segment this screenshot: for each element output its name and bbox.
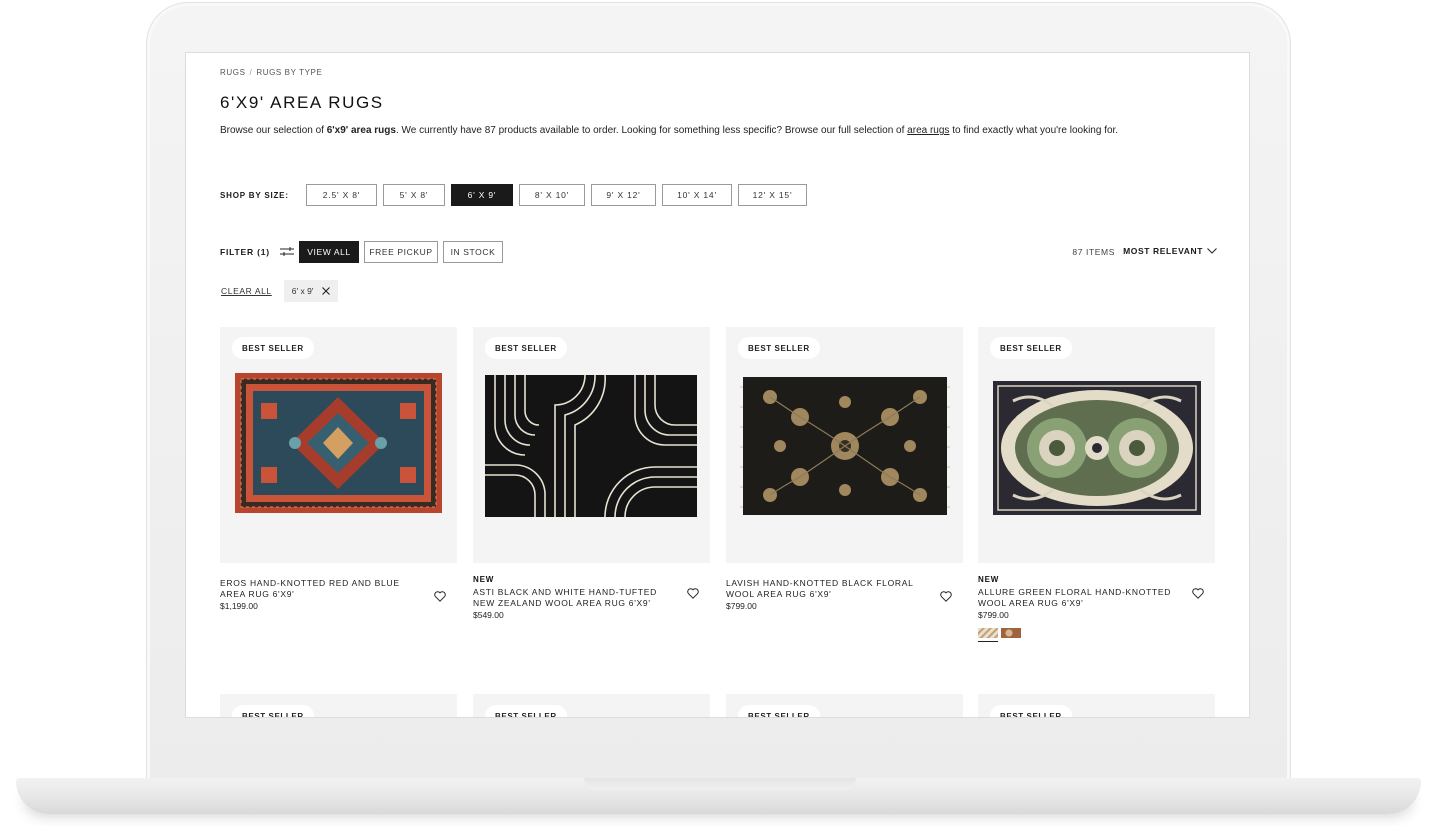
product-name[interactable]: EROS HAND-KNOTTED RED AND BLUE AREA RUG …	[220, 578, 420, 600]
size-chip-12x15[interactable]: 12' X 15'	[738, 184, 807, 206]
heart-icon[interactable]	[434, 591, 446, 602]
product-info: EROS HAND-KNOTTED RED AND BLUE AREA RUG …	[220, 578, 457, 611]
close-icon[interactable]	[322, 287, 331, 295]
product-info: NEW ASTI BLACK AND WHITE HAND-TUFTED NEW…	[473, 575, 710, 620]
product-info: LAVISH HAND-KNOTTED BLACK FLORAL WOOL AR…	[726, 578, 963, 611]
best-seller-badge: BEST SELLER	[485, 337, 567, 359]
best-seller-badge: BEST SELLER	[990, 337, 1072, 359]
size-chip-8x10[interactable]: 8' X 10'	[519, 184, 585, 206]
applied-filter-label: 6' x 9'	[291, 286, 314, 296]
size-chip-9x12[interactable]: 9' X 12'	[591, 184, 656, 206]
laptop-notch	[584, 778, 856, 790]
best-seller-badge: BEST SELLER	[232, 705, 314, 717]
size-chip-2-5x8[interactable]: 2.5' X 8'	[306, 184, 377, 206]
intro-text: Browse our selection of 6'x9' area rugs.…	[220, 125, 1220, 136]
product-info: NEW ALLURE GREEN FLORAL HAND-KNOTTED WOO…	[978, 575, 1215, 642]
black-white-arches-rug-image	[485, 375, 697, 517]
product-image-box[interactable]: BEST SELLER	[726, 327, 963, 563]
product-card-next-row[interactable]: BEST SELLER	[220, 694, 457, 717]
sliders-icon	[279, 246, 294, 257]
heart-icon[interactable]	[687, 588, 699, 599]
filter-label: FILTER (1)	[220, 246, 270, 257]
applied-filters-row: CLEAR ALL 6' x 9'	[220, 280, 339, 302]
product-card[interactable]: BEST SELLER LAVISH HAND-KNOTTED BLACK FL…	[726, 327, 963, 611]
size-chip-10x14[interactable]: 10' X 14'	[662, 184, 732, 206]
product-price: $799.00	[978, 610, 1009, 620]
product-price: $1,199.00	[220, 601, 258, 611]
size-chip-5x8[interactable]: 5' X 8'	[383, 184, 445, 206]
heart-icon[interactable]	[1192, 588, 1204, 599]
area-rugs-link[interactable]: area rugs	[907, 125, 949, 136]
intro-bold: 6'x9' area rugs	[326, 125, 396, 136]
swatch-cream-stripe[interactable]	[978, 628, 998, 642]
best-seller-badge: BEST SELLER	[232, 337, 314, 359]
product-name[interactable]: ALLURE GREEN FLORAL HAND-KNOTTED WOOL AR…	[978, 587, 1178, 609]
new-tag: NEW	[978, 575, 1000, 584]
red-blue-persian-rug-image	[235, 373, 442, 513]
breadcrumb-rugs-by-type[interactable]: RUGS BY TYPE	[256, 68, 322, 77]
best-seller-badge: BEST SELLER	[990, 705, 1072, 717]
shop-by-size-label: SHOP BY SIZE:	[220, 190, 289, 200]
black-floral-rug-image	[740, 377, 950, 515]
new-tag: NEW	[473, 575, 495, 584]
filter-free-pickup-button[interactable]: FREE PICKUP	[364, 241, 438, 263]
breadcrumb: RUGS / RUGS BY TYPE	[220, 68, 322, 77]
product-card-next-row[interactable]: BEST SELLER	[473, 694, 710, 717]
filter-toggle[interactable]: FILTER (1)	[220, 246, 294, 257]
laptop-screen: RUGS / RUGS BY TYPE 6'X9' AREA RUGS Browse…	[185, 52, 1250, 718]
filter-view-all-button[interactable]: VIEW ALL	[299, 241, 359, 263]
page-title: 6'X9' AREA RUGS	[220, 93, 384, 112]
items-count: 87 ITEMS	[1072, 247, 1115, 257]
product-price: $799.00	[726, 601, 757, 611]
product-card-next-row[interactable]: BEST SELLER	[978, 694, 1215, 717]
product-price: $549.00	[473, 610, 504, 620]
applied-filter-chip[interactable]: 6' x 9'	[283, 280, 339, 302]
intro-middle: . We currently have 87 products availabl…	[395, 125, 908, 136]
breadcrumb-separator: /	[249, 68, 253, 77]
product-card[interactable]: BEST SELLER NEW ALLURE GREEN FLORAL HAND…	[978, 327, 1215, 642]
color-swatches	[978, 628, 1215, 642]
intro-after: to find exactly what you're looking for.	[949, 125, 1119, 136]
best-seller-badge: BEST SELLER	[738, 337, 820, 359]
sort-label: MOST RELEVANT	[1123, 246, 1203, 256]
clear-all-link[interactable]: CLEAR ALL	[221, 286, 272, 296]
product-card[interactable]: BEST SELLER EROS HAND-KNOTTED RED AND BL…	[220, 327, 457, 611]
product-image-box[interactable]: BEST SELLER	[220, 327, 457, 563]
shop-by-size-row: SHOP BY SIZE: 2.5' X 8' 5' X 8' 6' X 9' …	[220, 184, 813, 206]
product-image-box[interactable]: BEST SELLER	[978, 327, 1215, 563]
breadcrumb-rugs[interactable]: RUGS	[220, 68, 246, 77]
green-floral-rug-image	[993, 381, 1201, 515]
product-image-box[interactable]: BEST SELLER	[473, 327, 710, 563]
product-name[interactable]: LAVISH HAND-KNOTTED BLACK FLORAL WOOL AR…	[726, 578, 926, 600]
swatch-rust-floral[interactable]	[1001, 628, 1021, 638]
filter-row: FILTER (1) VIEW ALL FREE PICKUP IN STOCK…	[220, 241, 1217, 263]
intro-before: Browse our selection of	[220, 125, 327, 136]
heart-icon[interactable]	[940, 591, 952, 602]
chevron-down-icon	[1207, 248, 1217, 254]
best-seller-badge: BEST SELLER	[485, 705, 567, 717]
best-seller-badge: BEST SELLER	[738, 705, 820, 717]
filter-in-stock-button[interactable]: IN STOCK	[443, 241, 503, 263]
product-name[interactable]: ASTI BLACK AND WHITE HAND-TUFTED NEW ZEA…	[473, 587, 673, 609]
product-card[interactable]: BEST SELLER NEW ASTI BLACK AND WHITE HAN…	[473, 327, 710, 620]
size-chip-6x9[interactable]: 6' X 9'	[451, 184, 513, 206]
product-card-next-row[interactable]: BEST SELLER	[726, 694, 963, 717]
sort-dropdown[interactable]: MOST RELEVANT	[1123, 246, 1217, 256]
